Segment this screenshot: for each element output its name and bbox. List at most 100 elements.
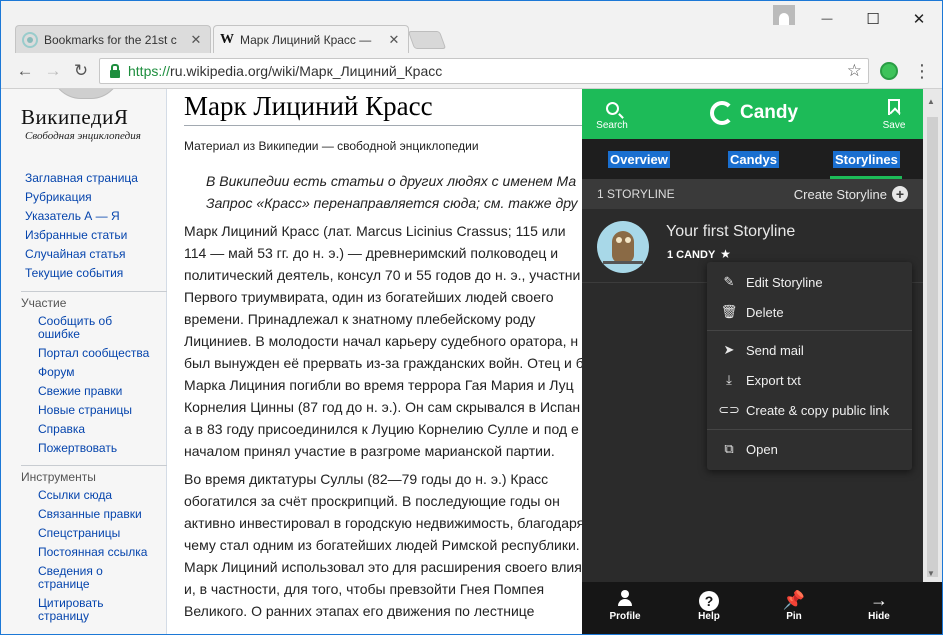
scrollbar-thumb[interactable] bbox=[927, 117, 938, 577]
tab-title: Марк Лициний Красс — bbox=[240, 32, 372, 47]
maximize-button[interactable]: ☐ bbox=[850, 5, 896, 33]
nav-recent-changes[interactable]: Свежие правки bbox=[38, 384, 122, 398]
tools-portal: Инструменты Ссылки сюда Связанные правки… bbox=[21, 465, 167, 626]
create-storyline-button[interactable]: Create Storyline + bbox=[794, 186, 908, 202]
paragraph-1: Марк Лициний Красс (лат. Marcus Licinius… bbox=[184, 220, 584, 462]
menu-dots-icon[interactable]: ⋮ bbox=[913, 61, 931, 82]
new-tab-button[interactable] bbox=[407, 31, 447, 49]
lock-icon bbox=[110, 64, 120, 78]
tab-wikipedia[interactable]: W Марк Лициний Красс — ✕ bbox=[213, 25, 409, 53]
link-icon: ⊂⊃ bbox=[718, 402, 740, 417]
menu-label: Delete bbox=[746, 304, 784, 320]
nav-current-events[interactable]: Текущие события bbox=[25, 266, 123, 280]
close-icon[interactable]: ✕ bbox=[386, 32, 402, 48]
nav-related-changes[interactable]: Связанные правки bbox=[38, 507, 142, 521]
nav-help[interactable]: Справка bbox=[38, 422, 85, 436]
nav-categories[interactable]: Рубрикация bbox=[25, 190, 92, 204]
menu-open[interactable]: ⧉ Open bbox=[707, 435, 912, 463]
candy-tabs: Overview Candys Storylines bbox=[582, 139, 923, 179]
menu-label: Send mail bbox=[746, 342, 804, 358]
article-line: Лициниев. В молодости начал карьеру суде… bbox=[184, 333, 579, 349]
participation-portal: Участие Сообщить об ошибке Портал сообще… bbox=[21, 291, 167, 458]
tab-title: Bookmarks for the 21st c bbox=[44, 32, 177, 47]
scroll-down-icon[interactable]: ▼ bbox=[927, 569, 935, 578]
tab-overview[interactable]: Overview bbox=[608, 151, 670, 168]
nav-cite-page[interactable]: Цитировать страницу bbox=[38, 596, 104, 623]
storyline-title: Your first Storyline bbox=[666, 223, 796, 240]
trash-icon: 🗑 bbox=[720, 304, 738, 319]
nav-report-error[interactable]: Сообщить об ошибке bbox=[38, 314, 112, 341]
help-icon: ? bbox=[699, 591, 719, 611]
tools-heading: Инструменты bbox=[21, 470, 96, 484]
storyline-count: 1 STORYLINE bbox=[597, 187, 675, 201]
article-line: Марк Лициний Красс (лат. Marcus Licinius… bbox=[184, 223, 566, 239]
nav-community-portal[interactable]: Портал сообщества bbox=[38, 346, 149, 360]
nav-what-links-here[interactable]: Ссылки сюда bbox=[38, 488, 112, 502]
close-icon[interactable]: ✕ bbox=[188, 32, 204, 48]
candy-bottom-bar: Profile ? Help 📌 Pin → Hide bbox=[582, 582, 942, 634]
nav-new-pages[interactable]: Новые страницы bbox=[38, 403, 132, 417]
close-window-button[interactable]: ✕ bbox=[896, 5, 942, 33]
url-scheme: https:// bbox=[128, 63, 171, 79]
star-icon: ★ bbox=[720, 247, 731, 261]
wikipedia-favicon-icon: W bbox=[220, 31, 234, 47]
window-controls: — ☐ ✕ bbox=[804, 5, 942, 33]
nav-permanent-link[interactable]: Постоянная ссылка bbox=[38, 545, 147, 559]
pin-button[interactable]: 📌 Pin bbox=[764, 589, 824, 622]
nav-index[interactable]: Указатель А — Я bbox=[25, 209, 120, 223]
article-line: времени. Принадлежал к знатному плебейск… bbox=[184, 311, 536, 327]
storyline-bar: 1 STORYLINE Create Storyline + bbox=[582, 179, 923, 209]
bookmark-star-icon[interactable]: ☆ bbox=[847, 61, 862, 81]
wikipedia-globe-logo[interactable] bbox=[51, 89, 121, 99]
pencil-icon: ✎ bbox=[723, 274, 735, 289]
nav-donate[interactable]: Пожертвовать bbox=[38, 441, 117, 455]
menu-send-mail[interactable]: ➤ Send mail bbox=[707, 336, 912, 364]
wiki-sidebar: ВикипедиЯ Свободная энциклопедия Заглавн… bbox=[1, 89, 167, 634]
pin-label: Pin bbox=[786, 611, 802, 622]
menu-label: Export txt bbox=[746, 372, 801, 388]
search-button[interactable]: Search bbox=[592, 98, 632, 131]
scroll-up-icon[interactable]: ▲ bbox=[927, 97, 935, 106]
menu-export-txt[interactable]: ⤓ Export txt bbox=[707, 366, 912, 394]
candy-extension-icon[interactable] bbox=[880, 62, 898, 80]
menu-divider bbox=[707, 330, 912, 331]
storyline-candy-count: 1 CANDY ★ bbox=[667, 247, 731, 261]
wiki-main-nav: Заглавная страница Рубрикация Указатель … bbox=[25, 169, 138, 283]
address-bar[interactable]: https:// ru.wikipedia.org/wiki/Марк_Лици… bbox=[99, 58, 869, 84]
url-text: ru.wikipedia.org/wiki/Марк_Лициний_Красс bbox=[170, 63, 443, 79]
candy-logo-icon bbox=[710, 101, 734, 125]
help-button[interactable]: ? Help bbox=[679, 589, 739, 622]
tab-bookmarks[interactable]: Bookmarks for the 21st c ✕ bbox=[15, 25, 211, 53]
menu-edit-storyline[interactable]: ✎ Edit Storyline bbox=[707, 268, 912, 296]
forward-icon[interactable]: → bbox=[43, 61, 63, 81]
article-line: был вынужден её прервать из-за гражданск… bbox=[184, 355, 584, 371]
bookmark-icon bbox=[888, 99, 900, 115]
profile-button[interactable]: Profile bbox=[595, 589, 655, 622]
menu-label: Create & copy public link bbox=[746, 402, 890, 418]
tab-candys[interactable]: Candys bbox=[728, 151, 779, 168]
bookmark-favicon-icon bbox=[22, 31, 38, 48]
hide-button[interactable]: → Hide bbox=[849, 589, 909, 622]
nav-featured[interactable]: Избранные статьи bbox=[25, 228, 127, 242]
page-content: ВикипедиЯ Свободная энциклопедия Заглавн… bbox=[1, 89, 942, 634]
save-button[interactable]: Save bbox=[874, 98, 914, 131]
nav-page-info[interactable]: Сведения о странице bbox=[38, 564, 103, 591]
minimize-button[interactable]: — bbox=[804, 5, 850, 33]
pin-icon: 📌 bbox=[782, 590, 806, 610]
article-line: Во время диктатуры Суллы (82—79 годы до … bbox=[184, 471, 549, 487]
reload-icon[interactable]: ↻ bbox=[71, 61, 91, 81]
storyline-context-menu: ✎ Edit Storyline 🗑 Delete ➤ Send mail ⤓ … bbox=[707, 262, 912, 470]
tab-storylines[interactable]: Storylines bbox=[833, 151, 900, 168]
help-label: Help bbox=[698, 611, 720, 622]
profile-icon[interactable] bbox=[773, 5, 795, 25]
nav-forum[interactable]: Форум bbox=[38, 365, 74, 379]
menu-copy-public-link[interactable]: ⊂⊃ Create & copy public link bbox=[707, 396, 912, 424]
owl-avatar bbox=[597, 221, 649, 273]
back-icon[interactable]: ← bbox=[15, 61, 35, 81]
nav-special-pages[interactable]: Спецстраницы bbox=[38, 526, 120, 540]
nav-main-page[interactable]: Заглавная страница bbox=[25, 171, 138, 185]
wiki-wordmark[interactable]: ВикипедиЯ bbox=[21, 105, 128, 130]
send-icon: ➤ bbox=[723, 342, 735, 357]
menu-delete[interactable]: 🗑 Delete bbox=[707, 298, 912, 326]
nav-random[interactable]: Случайная статья bbox=[25, 247, 125, 261]
